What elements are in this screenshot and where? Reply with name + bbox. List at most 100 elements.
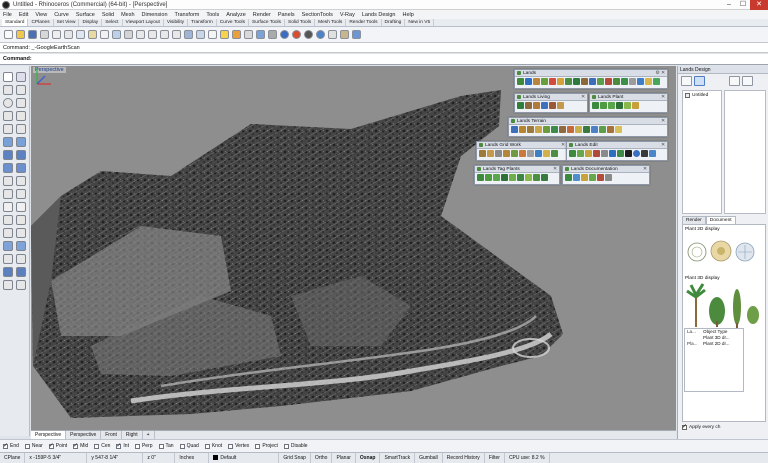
lawn-icon[interactable] [517,102,524,109]
doc-print-icon[interactable] [605,174,612,181]
viewtab-perspective-2[interactable]: Perspective [66,431,102,439]
minimize-icon[interactable]: – [722,0,736,10]
menu-lands-design[interactable]: Lands Design [362,12,396,18]
status-record-history[interactable]: Record History [443,453,485,463]
osnap-checkbox[interactable] [255,443,261,449]
tab-visibility[interactable]: Visibility [164,19,189,26]
maximize-icon[interactable]: ☐ [736,0,750,10]
select-arrow-icon[interactable] [3,72,13,82]
folder-icon[interactable] [681,76,692,86]
move-icon[interactable] [16,176,26,186]
close-icon[interactable]: ✕ [661,118,665,125]
viewtab-front[interactable]: Front [101,431,122,439]
menu-help[interactable]: Help [402,12,413,18]
tab-mesh-tools[interactable]: Mesh Tools [315,19,347,26]
close-icon[interactable]: ✕ [553,166,557,173]
apply-checkbox[interactable] [682,423,687,430]
panel-lands-plant[interactable]: Lands Plant ✕ [589,93,668,113]
close-icon[interactable]: ✕ [661,142,665,149]
edit-camera-icon[interactable] [641,150,648,157]
scale-icon[interactable] [3,202,13,212]
terrain-fill-icon[interactable] [615,126,622,133]
properties-icon[interactable] [52,30,61,39]
close-icon[interactable]: ✕ [661,94,665,101]
surface-icon[interactable] [3,137,13,147]
osnap-end[interactable]: End [3,442,19,449]
terrain-paint-icon[interactable] [543,126,550,133]
viewport-icon[interactable] [184,30,193,39]
object-list[interactable] [724,90,766,214]
zoom-window-icon[interactable] [148,30,157,39]
status-ortho[interactable]: Ortho [311,453,333,463]
menu-file[interactable]: File [3,12,12,18]
osnap-checkbox[interactable] [204,443,210,449]
rotate-icon[interactable] [16,189,26,199]
fillet-icon[interactable] [3,124,13,134]
shrub-icon[interactable] [573,78,580,85]
brick-icon[interactable] [503,150,510,157]
layer-icon[interactable] [220,30,229,39]
arc-icon[interactable] [16,98,26,108]
terrain-wall-icon[interactable] [567,126,574,133]
osnap-int[interactable]: Int [116,442,129,449]
material-sphere-icon[interactable] [292,30,301,39]
plant-3d-preview[interactable] [683,281,763,331]
cylinder-icon[interactable] [3,163,13,173]
water-icon[interactable] [525,78,532,85]
edit-move-icon[interactable] [577,150,584,157]
array-icon[interactable] [16,241,26,251]
pergola-icon[interactable] [557,102,564,109]
osnap-mid[interactable]: Mid [73,442,88,449]
panel-lands-tag-plants[interactable]: Lands Tag Plants ✕ [474,165,560,185]
close-icon[interactable]: ✕ [750,0,768,10]
pool-icon[interactable] [589,78,596,85]
filter-icon[interactable] [729,76,740,86]
plant-area-icon[interactable] [608,102,615,109]
paste-icon[interactable] [88,30,97,39]
panel-lands-terrain[interactable]: Lands Terrain ✕ [508,117,668,137]
terrain-icon[interactable] [533,78,540,85]
mirror-icon[interactable] [16,202,26,212]
osnap-vertex[interactable]: Vertex [228,443,249,449]
apply-every-change[interactable]: Apply every ch [682,423,720,430]
rectangle-icon[interactable] [3,111,13,121]
analyze-icon[interactable] [3,267,13,277]
trim-icon[interactable] [3,215,13,225]
menu-solid[interactable]: Solid [102,12,114,18]
plant-insert-icon[interactable] [592,102,599,109]
lock-icon[interactable] [244,30,253,39]
edit-refresh-icon[interactable] [649,150,656,157]
explode-icon[interactable] [16,228,26,238]
osnap-point[interactable]: Point [48,442,67,449]
viewtab-right[interactable]: Right [122,431,143,439]
turf-icon[interactable] [551,150,558,157]
tag-list-icon[interactable] [493,174,500,181]
save-icon[interactable] [28,30,37,39]
edit-shadow-icon[interactable] [625,150,632,157]
undo-icon[interactable] [100,30,109,39]
edit-scale-icon[interactable] [585,150,592,157]
tab-set-view[interactable]: Set View [54,19,80,26]
zoom-extents-icon[interactable] [160,30,169,39]
polygon-icon[interactable] [16,111,26,121]
garden-grid-icon[interactable] [511,150,518,157]
menu-panels[interactable]: Panels [278,12,295,18]
tag-delete-icon[interactable] [541,174,548,181]
status-layer[interactable]: Default [209,453,280,463]
copy-object-icon[interactable] [3,189,13,199]
tag-plant-icon[interactable] [477,174,484,181]
menu-surface[interactable]: Surface [76,12,95,18]
seed-icon[interactable] [653,78,660,85]
bush-icon[interactable] [621,78,628,85]
extrude-surface-icon[interactable] [16,137,26,147]
new-file-icon[interactable] [4,30,13,39]
palm-icon[interactable] [613,78,620,85]
menu-view[interactable]: View [35,12,47,18]
offset-icon[interactable] [16,124,26,134]
doc-cost-icon[interactable] [597,174,604,181]
terrain-grass-icon[interactable] [551,126,558,133]
edit-replace-icon[interactable] [601,150,608,157]
join-icon[interactable] [3,228,13,238]
panel-lands-grid-work[interactable]: Lands Grid Work ✕ [476,141,568,161]
tag-number-icon[interactable] [501,174,508,181]
